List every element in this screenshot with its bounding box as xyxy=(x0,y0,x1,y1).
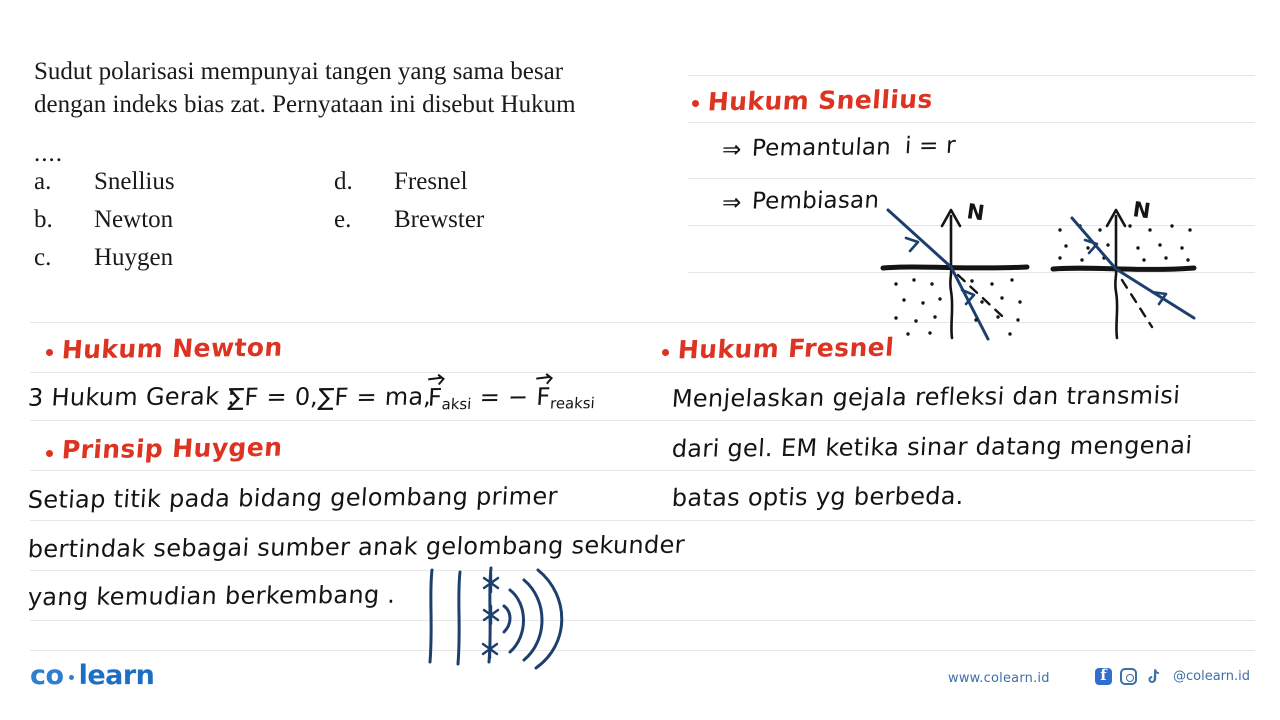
rule-line xyxy=(30,420,1255,421)
option-d[interactable]: d. Fresnel xyxy=(334,168,468,196)
rule-line xyxy=(688,178,1255,179)
snellius-item-pemantulan: Pemantulan xyxy=(751,134,892,162)
question-line-2: dengan indeks bias zat. Pernyataan ini d… xyxy=(34,91,576,118)
heading-hukum-newton: Hukum Newton xyxy=(60,332,284,365)
rule-line xyxy=(30,520,1255,521)
force-equals-minus: = − xyxy=(478,382,530,412)
option-row: b. Newton e. Brewster xyxy=(34,206,684,244)
option-b-label: b. xyxy=(34,206,53,233)
option-a-text: Snellius xyxy=(94,168,175,195)
huygen-line-2: bertindak sebagai sumber anak gelombang … xyxy=(26,530,686,564)
notebook-page: Sudut polarisasi mempunyai tangen yang s… xyxy=(0,0,1280,720)
instagram-icon[interactable] xyxy=(1120,668,1137,685)
snellius-item-pembiasan: Pembiasan xyxy=(751,187,880,215)
force-reaksi-vector: F xyxy=(536,383,552,411)
snellius-formula-i-r: i = r xyxy=(904,132,957,160)
question-ellipsis: .... xyxy=(34,140,63,167)
website-url[interactable]: www.colearn.id xyxy=(948,671,1050,686)
facebook-icon[interactable] xyxy=(1095,666,1112,685)
svg-text:N: N xyxy=(1131,197,1152,223)
force-reaksi-symbol: F xyxy=(535,382,552,411)
option-b-text: Newton xyxy=(94,206,174,233)
option-e-text: Brewster xyxy=(394,206,485,233)
social-links: @colearn.id xyxy=(1095,666,1251,685)
option-row: a. Snellius d. Fresnel xyxy=(34,168,684,206)
fresnel-line-3: batas optis yg berbeda. xyxy=(671,481,965,513)
svg-text:N: N xyxy=(965,199,986,225)
huygens-wavefront-diagram xyxy=(424,562,604,672)
option-b[interactable]: b. Newton xyxy=(34,206,173,234)
option-e[interactable]: e. Brewster xyxy=(334,206,484,234)
force-aksi-vector: F xyxy=(427,383,443,411)
refraction-diagram-right: N xyxy=(1048,196,1198,341)
force-aksi-symbol: F xyxy=(427,383,444,412)
heading-hukum-fresnel: Hukum Fresnel xyxy=(676,332,896,365)
logo-text-learn: learn xyxy=(78,660,155,691)
snellius-arrow-2: ⇒ xyxy=(721,189,743,217)
rule-line xyxy=(688,75,1255,76)
tiktok-icon[interactable] xyxy=(1145,668,1161,685)
option-row: c. Huygen xyxy=(34,244,684,282)
force-aksi-subscript: aksi xyxy=(441,394,472,414)
newton-formula-1: ∑F = 0, xyxy=(227,382,320,412)
newton-body-prefix: 3 Hukum Gerak : xyxy=(27,382,237,412)
rule-line xyxy=(30,372,1255,373)
option-c-label: c. xyxy=(34,244,52,271)
logo-dot xyxy=(68,675,74,680)
colearn-logo[interactable]: co learn xyxy=(30,660,155,691)
heading-hukum-snellius: Hukum Snellius xyxy=(706,84,934,117)
rule-line xyxy=(30,620,1255,621)
bullet-newton xyxy=(46,349,53,356)
question-text: Sudut polarisasi mempunyai tangen yang s… xyxy=(34,55,684,121)
newton-formula-2: ∑F = ma, xyxy=(317,382,433,412)
rule-line xyxy=(30,470,1255,471)
option-c[interactable]: c. Huygen xyxy=(34,244,173,272)
huygen-line-3: yang kemudian berkembang . xyxy=(27,580,397,612)
fresnel-line-2: dari gel. EM ketika sinar datang mengena… xyxy=(670,431,1194,463)
snellius-arrow-1: ⇒ xyxy=(721,136,743,164)
option-d-text: Fresnel xyxy=(394,168,468,195)
logo-text-co: co xyxy=(30,660,64,691)
question-line-1: Sudut polarisasi mempunyai tangen yang s… xyxy=(34,58,564,85)
heading-prinsip-huygen: Prinsip Huygen xyxy=(60,432,284,465)
option-c-text: Huygen xyxy=(94,244,174,271)
social-handle: @colearn.id xyxy=(1173,669,1251,684)
huygen-line-1: Setiap titik pada bidang gelombang prime… xyxy=(26,482,559,514)
bullet-snellius xyxy=(692,100,699,107)
option-a-label: a. xyxy=(34,168,52,195)
rule-line xyxy=(30,570,1255,571)
bullet-fresnel xyxy=(662,349,669,356)
bullet-huygen xyxy=(46,450,53,457)
option-d-label: d. xyxy=(334,168,353,195)
option-a[interactable]: a. Snellius xyxy=(34,168,175,196)
answer-options: a. Snellius d. Fresnel b. Newton e. Brew… xyxy=(34,168,684,282)
refraction-diagram-left: N xyxy=(880,196,1030,341)
option-e-label: e. xyxy=(334,206,352,233)
force-reaksi-subscript: reaksi xyxy=(549,394,596,413)
newton-formula-3: Faksi = − Freaksi xyxy=(427,382,596,413)
fresnel-line-1: Menjelaskan gejala refleksi dan transmis… xyxy=(671,381,1182,413)
rule-line xyxy=(688,122,1255,123)
rule-line xyxy=(30,650,1255,651)
